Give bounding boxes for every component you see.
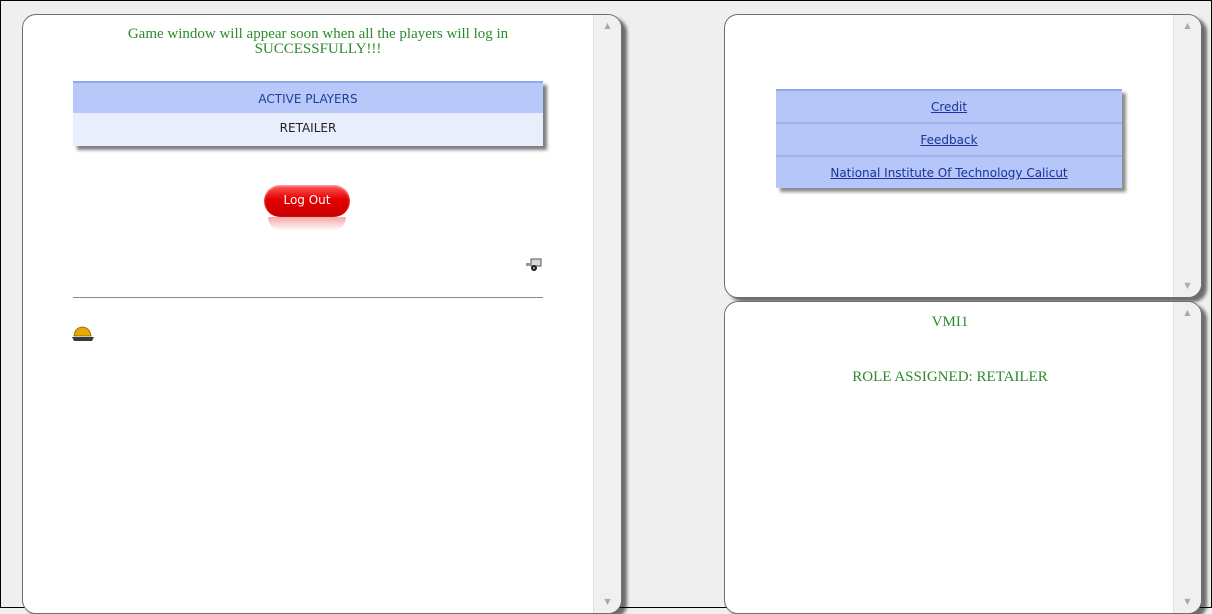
top-right-panel: Credit Feedback National Institute Of Te… <box>724 14 1202 298</box>
link-cell-credit: Credit <box>776 91 1122 124</box>
left-panel: Game window will appear soon when all th… <box>22 14 622 614</box>
scroll-up-icon[interactable]: ▲ <box>1174 304 1201 322</box>
scroll-down-icon[interactable]: ▼ <box>1174 277 1201 295</box>
left-panel-scrollbar[interactable]: ▲ ▼ <box>593 15 621 613</box>
links-table: Credit Feedback National Institute Of Te… <box>776 89 1122 188</box>
link-cell-feedback: Feedback <box>776 124 1122 157</box>
logout-button[interactable]: Log Out <box>264 185 350 217</box>
active-players-table: ACTIVE PLAYERS RETAILER <box>73 81 543 146</box>
wait-message: Game window will appear soon when all th… <box>127 26 509 57</box>
bottom-right-panel: VMI1 ROLE ASSIGNED: RETAILER ▲ ▼ <box>724 301 1202 614</box>
scroll-up-icon[interactable]: ▲ <box>594 17 621 35</box>
nitc-link[interactable]: National Institute Of Technology Calicut <box>830 166 1067 180</box>
scroll-down-icon[interactable]: ▼ <box>1174 593 1201 611</box>
scroll-down-icon[interactable]: ▼ <box>594 593 621 611</box>
scroll-up-icon[interactable]: ▲ <box>1174 17 1201 35</box>
small-truck-icon <box>526 258 542 271</box>
link-cell-nitc: National Institute Of Technology Calicut <box>776 157 1122 188</box>
hardhat-icon <box>72 326 94 341</box>
role-assigned-text: ROLE ASSIGNED: RETAILER <box>852 369 1048 385</box>
feedback-link[interactable]: Feedback <box>920 133 977 147</box>
top-right-scrollbar[interactable]: ▲ ▼ <box>1173 15 1201 297</box>
player-row: RETAILER <box>73 113 543 146</box>
logout-button-reflection <box>268 217 346 231</box>
divider <box>73 297 543 298</box>
credit-link[interactable]: Credit <box>931 100 967 114</box>
game-title: VMI1 <box>931 314 969 330</box>
bottom-right-scrollbar[interactable]: ▲ ▼ <box>1173 302 1201 613</box>
active-players-header: ACTIVE PLAYERS <box>73 83 543 113</box>
